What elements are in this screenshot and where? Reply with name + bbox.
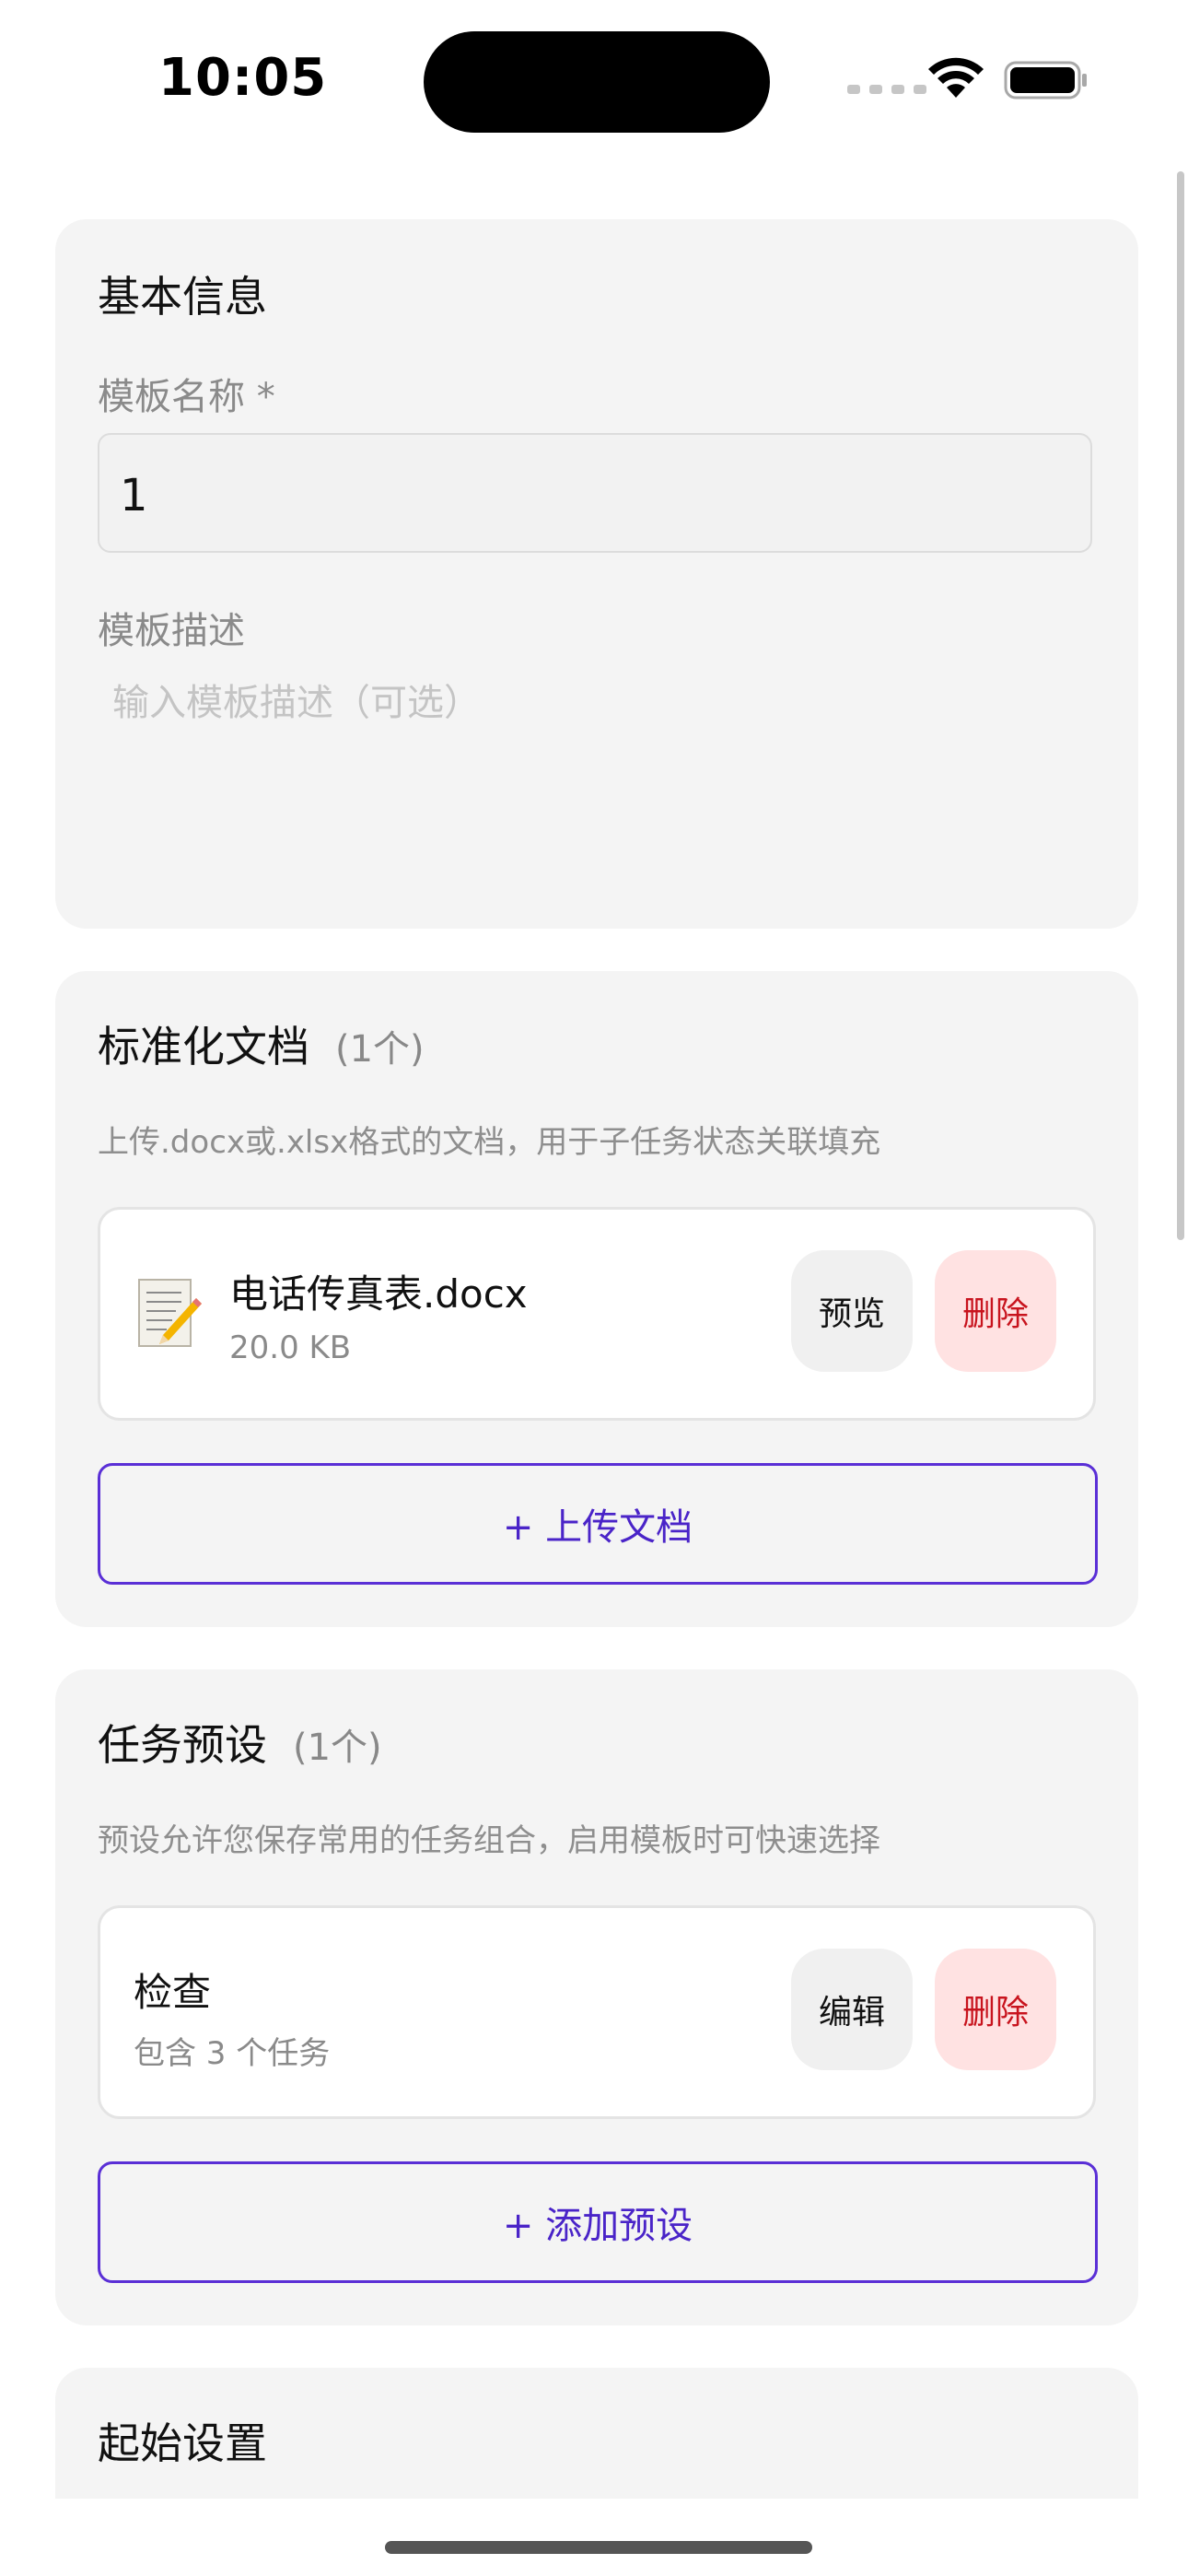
document-name: 电话传真表.docx: [229, 1271, 528, 1317]
standard-docs-hint: 上传.docx或.xlsx格式的文档，用于子任务状态关联填充: [98, 1124, 881, 1161]
task-presets-title-text: 任务预设: [98, 1720, 267, 1770]
delete-document-button[interactable]: 删除: [935, 1250, 1056, 1372]
bottom-safe-area: [0, 2499, 1188, 2576]
dynamic-island: [424, 31, 770, 133]
status-bar: 10:05: [0, 0, 1188, 157]
battery-icon: [1004, 61, 1087, 100]
template-desc-placeholder: 输入模板描述（可选）: [112, 682, 481, 724]
template-name-value: 1: [120, 470, 148, 521]
start-settings-title: 起始设置: [98, 2418, 267, 2468]
scroll-indicator[interactable]: [1177, 171, 1184, 1240]
preset-item: 检查 包含 3 个任务 编辑 删除: [98, 1905, 1096, 2119]
edit-preset-button[interactable]: 编辑: [791, 1949, 913, 2070]
memo-icon: [138, 1279, 202, 1347]
cellular-signal-icon: [847, 85, 926, 94]
upload-document-button[interactable]: + 上传文档: [98, 1463, 1098, 1585]
basic-info-card: 基本信息 模板名称 * 1 模板描述 输入模板描述（可选）: [55, 219, 1138, 929]
task-presets-count: (1个): [293, 1727, 382, 1769]
template-desc-textarea[interactable]: 输入模板描述（可选）: [98, 662, 1096, 892]
wifi-icon: [928, 57, 984, 98]
status-time: 10:05: [158, 48, 328, 108]
preview-button[interactable]: 预览: [791, 1250, 913, 1372]
preset-task-count: 包含 3 个任务: [134, 2035, 331, 2072]
delete-preset-button[interactable]: 删除: [935, 1949, 1056, 2070]
standard-docs-count: (1个): [335, 1028, 425, 1071]
template-desc-label: 模板描述: [98, 610, 245, 652]
document-size: 20.0 KB: [229, 1329, 352, 1366]
standard-docs-title: 标准化文档 (1个): [98, 1013, 425, 1074]
basic-info-title: 基本信息: [98, 272, 267, 322]
document-item: 电话传真表.docx 20.0 KB 预览 删除: [98, 1207, 1096, 1421]
preset-name: 检查: [134, 1970, 212, 2015]
task-presets-title: 任务预设 (1个): [98, 1712, 382, 1773]
standard-docs-title-text: 标准化文档: [98, 1022, 309, 1071]
template-name-input[interactable]: 1: [98, 433, 1092, 553]
standard-docs-card: 标准化文档 (1个) 上传.docx或.xlsx格式的文档，用于子任务状态关联填充…: [55, 971, 1138, 1627]
task-presets-hint: 预设允许您保存常用的任务组合，启用模板时可快速选择: [98, 1822, 880, 1859]
task-presets-card: 任务预设 (1个) 预设允许您保存常用的任务组合，启用模板时可快速选择 检查 包含…: [55, 1669, 1138, 2325]
add-preset-button[interactable]: + 添加预设: [98, 2161, 1098, 2283]
home-indicator[interactable]: [385, 2541, 812, 2554]
template-name-label: 模板名称 *: [98, 376, 275, 418]
